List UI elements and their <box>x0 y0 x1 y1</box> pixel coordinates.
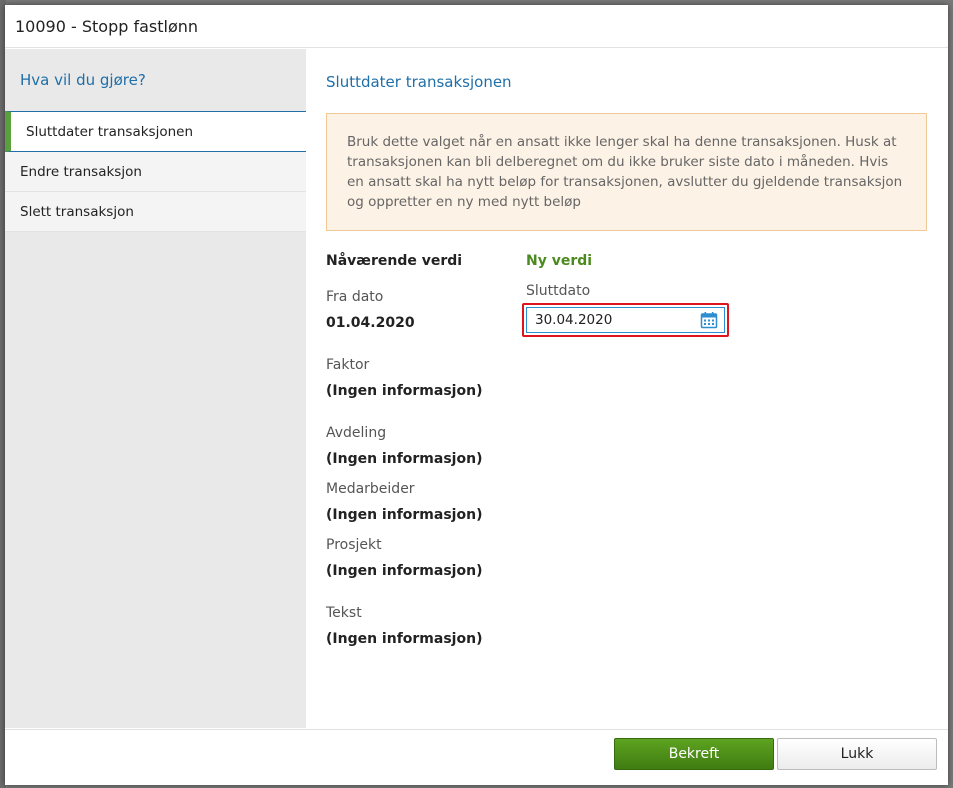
action-sidebar: Hva vil du gjøre? Sluttdater transaksjon… <box>5 49 306 728</box>
employee-label: Medarbeider <box>326 481 415 497</box>
sidebar-item-label: Sluttdater transaksjonen <box>26 123 194 140</box>
dialog-title: 10090 - Stopp fastlønn <box>15 16 199 36</box>
department-label: Avdeling <box>326 425 387 441</box>
dialog-titlebar: 10090 - Stopp fastlønn <box>5 5 948 48</box>
sidebar-item-label: Endre transaksjon <box>20 163 142 180</box>
end-date-label: Sluttdato <box>526 283 591 299</box>
from-date-label: Fra dato <box>326 289 384 305</box>
text-label: Tekst <box>326 605 362 621</box>
confirm-button[interactable]: Bekreft <box>614 738 774 770</box>
project-label: Prosjekt <box>326 537 382 553</box>
sidebar-item-label: Slett transaksjon <box>20 203 134 220</box>
end-date-value[interactable]: 30.04.2020 <box>535 312 700 328</box>
info-message: Bruk dette valget når en ansatt ikke len… <box>326 113 927 231</box>
end-date-highlight: 30.04.2020 <box>522 303 729 337</box>
close-button[interactable]: Lukk <box>777 738 937 770</box>
text-value: (Ingen informasjon) <box>326 631 483 647</box>
current-value-column: Nåværende verdi Fra dato 01.04.2020 Fakt… <box>326 253 526 647</box>
end-date-input[interactable]: 30.04.2020 <box>526 307 725 333</box>
sidebar-item-delete[interactable]: Slett transaksjon <box>5 192 306 232</box>
employee-value: (Ingen informasjon) <box>326 507 483 523</box>
sidebar-item-end-date[interactable]: Sluttdater transaksjonen <box>5 111 306 152</box>
section-title: Sluttdater transaksjonen <box>326 73 512 91</box>
project-value: (Ingen informasjon) <box>326 563 483 579</box>
stop-transaction-dialog: 10090 - Stopp fastlønn Hva vil du gjøre?… <box>5 5 948 785</box>
from-date-value: 01.04.2020 <box>326 315 415 331</box>
sidebar-heading: Hva vil du gjøre? <box>20 71 146 89</box>
value-columns: Nåværende verdi Fra dato 01.04.2020 Fakt… <box>326 253 928 647</box>
dialog-body: Hva vil du gjøre? Sluttdater transaksjon… <box>5 49 948 728</box>
new-value-heading: Ny verdi <box>526 253 593 269</box>
sidebar-item-edit[interactable]: Endre transaksjon <box>5 152 306 192</box>
current-value-heading: Nåværende verdi <box>326 253 463 269</box>
department-value: (Ingen informasjon) <box>326 451 483 467</box>
calendar-icon[interactable] <box>700 311 718 329</box>
main-panel: Sluttdater transaksjonen Bruk dette valg… <box>306 49 948 728</box>
factor-label: Faktor <box>326 357 370 373</box>
new-value-column: Ny verdi Sluttdato 30.04.2020 <box>522 253 928 647</box>
dialog-footer: Bekreft Lukk <box>5 729 948 785</box>
factor-value: (Ingen informasjon) <box>326 383 483 399</box>
